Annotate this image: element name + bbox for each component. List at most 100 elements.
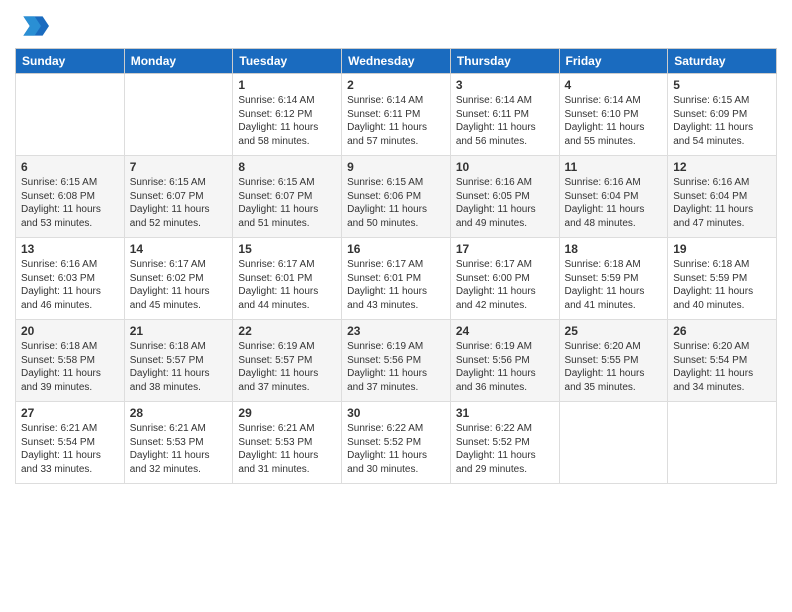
week-row: 6 Sunrise: 6:15 AM Sunset: 6:08 PM Daylig… <box>16 156 777 238</box>
days-of-week-row: SundayMondayTuesdayWednesdayThursdayFrid… <box>16 49 777 74</box>
day-number: 20 <box>21 324 119 338</box>
day-number: 19 <box>673 242 771 256</box>
calendar-cell <box>559 402 668 484</box>
day-info: Sunrise: 6:14 AM Sunset: 6:11 PM Dayligh… <box>347 94 445 148</box>
week-row: 13 Sunrise: 6:16 AM Sunset: 6:03 PM Dayli… <box>16 238 777 320</box>
day-of-week-saturday: Saturday <box>668 49 777 74</box>
day-number: 9 <box>347 160 445 174</box>
calendar-cell: 17 Sunrise: 6:17 AM Sunset: 6:00 PM Dayli… <box>450 238 559 320</box>
week-row: 20 Sunrise: 6:18 AM Sunset: 5:58 PM Dayli… <box>16 320 777 402</box>
day-info: Sunrise: 6:17 AM Sunset: 6:00 PM Dayligh… <box>456 258 554 312</box>
day-of-week-monday: Monday <box>124 49 233 74</box>
calendar-cell: 23 Sunrise: 6:19 AM Sunset: 5:56 PM Dayli… <box>342 320 451 402</box>
day-info: Sunrise: 6:17 AM Sunset: 6:01 PM Dayligh… <box>347 258 445 312</box>
calendar-cell: 7 Sunrise: 6:15 AM Sunset: 6:07 PM Daylig… <box>124 156 233 238</box>
header <box>15 10 777 42</box>
day-info: Sunrise: 6:19 AM Sunset: 5:56 PM Dayligh… <box>456 340 554 394</box>
day-info: Sunrise: 6:18 AM Sunset: 5:58 PM Dayligh… <box>21 340 119 394</box>
calendar-cell: 13 Sunrise: 6:16 AM Sunset: 6:03 PM Dayli… <box>16 238 125 320</box>
day-number: 12 <box>673 160 771 174</box>
day-number: 22 <box>238 324 336 338</box>
day-number: 5 <box>673 78 771 92</box>
calendar-cell: 16 Sunrise: 6:17 AM Sunset: 6:01 PM Dayli… <box>342 238 451 320</box>
calendar-body: 1Sunrise: 6:14 AM Sunset: 6:12 PM Daylig… <box>16 74 777 484</box>
calendar-cell: 6 Sunrise: 6:15 AM Sunset: 6:08 PM Daylig… <box>16 156 125 238</box>
calendar-cell: 2 Sunrise: 6:14 AM Sunset: 6:11 PM Daylig… <box>342 74 451 156</box>
day-info: Sunrise: 6:14 AM Sunset: 6:10 PM Dayligh… <box>565 94 663 148</box>
day-of-week-thursday: Thursday <box>450 49 559 74</box>
day-info: Sunrise: 6:15 AM Sunset: 6:07 PM Dayligh… <box>130 176 228 230</box>
day-info: Sunrise: 6:21 AM Sunset: 5:53 PM Dayligh… <box>130 422 228 476</box>
day-info: Sunrise: 6:21 AM Sunset: 5:53 PM Dayligh… <box>238 422 336 476</box>
day-of-week-sunday: Sunday <box>16 49 125 74</box>
day-number: 13 <box>21 242 119 256</box>
calendar-cell: 9 Sunrise: 6:15 AM Sunset: 6:06 PM Daylig… <box>342 156 451 238</box>
calendar-cell: 24 Sunrise: 6:19 AM Sunset: 5:56 PM Dayli… <box>450 320 559 402</box>
calendar-cell: 3 Sunrise: 6:14 AM Sunset: 6:11 PM Daylig… <box>450 74 559 156</box>
calendar-cell: 11 Sunrise: 6:16 AM Sunset: 6:04 PM Dayli… <box>559 156 668 238</box>
day-info: Sunrise: 6:15 AM Sunset: 6:07 PM Dayligh… <box>238 176 336 230</box>
day-number: 6 <box>21 160 119 174</box>
calendar-cell: 14 Sunrise: 6:17 AM Sunset: 6:02 PM Dayli… <box>124 238 233 320</box>
day-info: Sunrise: 6:14 AM Sunset: 6:11 PM Dayligh… <box>456 94 554 148</box>
day-number: 26 <box>673 324 771 338</box>
calendar-cell: 10 Sunrise: 6:16 AM Sunset: 6:05 PM Dayli… <box>450 156 559 238</box>
day-info: Sunrise: 6:20 AM Sunset: 5:55 PM Dayligh… <box>565 340 663 394</box>
day-info: Sunrise: 6:16 AM Sunset: 6:03 PM Dayligh… <box>21 258 119 312</box>
calendar-cell <box>124 74 233 156</box>
day-number: 28 <box>130 406 228 420</box>
calendar-cell: 22Sunrise: 6:19 AM Sunset: 5:57 PM Dayli… <box>233 320 342 402</box>
day-info: Sunrise: 6:17 AM Sunset: 6:01 PM Dayligh… <box>238 258 336 312</box>
week-row: 27Sunrise: 6:21 AM Sunset: 5:54 PM Dayli… <box>16 402 777 484</box>
day-number: 16 <box>347 242 445 256</box>
day-info: Sunrise: 6:18 AM Sunset: 5:57 PM Dayligh… <box>130 340 228 394</box>
day-info: Sunrise: 6:16 AM Sunset: 6:04 PM Dayligh… <box>565 176 663 230</box>
day-number: 23 <box>347 324 445 338</box>
day-number: 29 <box>238 406 336 420</box>
calendar-cell: 12 Sunrise: 6:16 AM Sunset: 6:04 PM Dayli… <box>668 156 777 238</box>
day-info: Sunrise: 6:16 AM Sunset: 6:04 PM Dayligh… <box>673 176 771 230</box>
calendar-cell: 25Sunrise: 6:20 AM Sunset: 5:55 PM Dayli… <box>559 320 668 402</box>
day-of-week-wednesday: Wednesday <box>342 49 451 74</box>
day-number: 31 <box>456 406 554 420</box>
calendar-cell: 5Sunrise: 6:15 AM Sunset: 6:09 PM Daylig… <box>668 74 777 156</box>
day-info: Sunrise: 6:19 AM Sunset: 5:56 PM Dayligh… <box>347 340 445 394</box>
day-number: 27 <box>21 406 119 420</box>
day-number: 30 <box>347 406 445 420</box>
calendar-cell <box>668 402 777 484</box>
day-info: Sunrise: 6:16 AM Sunset: 6:05 PM Dayligh… <box>456 176 554 230</box>
calendar-cell: 18Sunrise: 6:18 AM Sunset: 5:59 PM Dayli… <box>559 238 668 320</box>
generalblue-icon <box>17 10 49 42</box>
day-info: Sunrise: 6:15 AM Sunset: 6:08 PM Dayligh… <box>21 176 119 230</box>
calendar-header: SundayMondayTuesdayWednesdayThursdayFrid… <box>16 49 777 74</box>
calendar-cell: 21Sunrise: 6:18 AM Sunset: 5:57 PM Dayli… <box>124 320 233 402</box>
day-number: 10 <box>456 160 554 174</box>
day-of-week-friday: Friday <box>559 49 668 74</box>
day-number: 8 <box>238 160 336 174</box>
week-row: 1Sunrise: 6:14 AM Sunset: 6:12 PM Daylig… <box>16 74 777 156</box>
calendar-cell: 1Sunrise: 6:14 AM Sunset: 6:12 PM Daylig… <box>233 74 342 156</box>
day-info: Sunrise: 6:18 AM Sunset: 5:59 PM Dayligh… <box>673 258 771 312</box>
day-number: 11 <box>565 160 663 174</box>
calendar-cell: 26Sunrise: 6:20 AM Sunset: 5:54 PM Dayli… <box>668 320 777 402</box>
calendar-cell: 4 Sunrise: 6:14 AM Sunset: 6:10 PM Daylig… <box>559 74 668 156</box>
calendar-cell <box>16 74 125 156</box>
day-info: Sunrise: 6:17 AM Sunset: 6:02 PM Dayligh… <box>130 258 228 312</box>
calendar-cell: 29 Sunrise: 6:21 AM Sunset: 5:53 PM Dayli… <box>233 402 342 484</box>
day-number: 24 <box>456 324 554 338</box>
day-number: 17 <box>456 242 554 256</box>
day-info: Sunrise: 6:18 AM Sunset: 5:59 PM Dayligh… <box>565 258 663 312</box>
day-number: 7 <box>130 160 228 174</box>
day-number: 14 <box>130 242 228 256</box>
day-info: Sunrise: 6:22 AM Sunset: 5:52 PM Dayligh… <box>456 422 554 476</box>
day-info: Sunrise: 6:15 AM Sunset: 6:06 PM Dayligh… <box>347 176 445 230</box>
calendar-cell: 28 Sunrise: 6:21 AM Sunset: 5:53 PM Dayli… <box>124 402 233 484</box>
calendar-cell: 27Sunrise: 6:21 AM Sunset: 5:54 PM Dayli… <box>16 402 125 484</box>
day-number: 4 <box>565 78 663 92</box>
day-number: 2 <box>347 78 445 92</box>
calendar-cell: 19 Sunrise: 6:18 AM Sunset: 5:59 PM Dayli… <box>668 238 777 320</box>
day-info: Sunrise: 6:14 AM Sunset: 6:12 PM Dayligh… <box>238 94 336 148</box>
day-number: 3 <box>456 78 554 92</box>
calendar-cell: 30Sunrise: 6:22 AM Sunset: 5:52 PM Dayli… <box>342 402 451 484</box>
calendar-table: SundayMondayTuesdayWednesdayThursdayFrid… <box>15 48 777 484</box>
